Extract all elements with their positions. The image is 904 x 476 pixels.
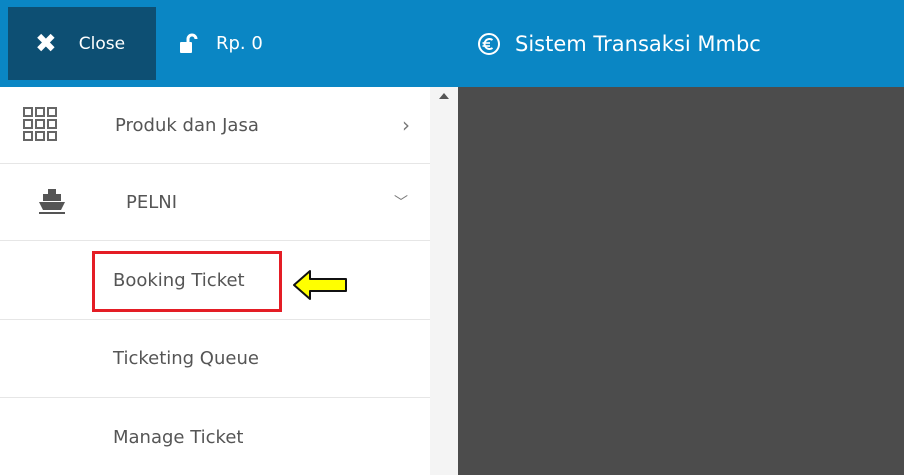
sidebar-item-label: Produk dan Jasa — [115, 114, 259, 136]
chevron-down-icon: ﹀ — [394, 195, 408, 211]
ship-icon — [39, 189, 65, 214]
submenu-label: Ticketing Queue — [113, 348, 259, 369]
close-button[interactable]: ✖ Close — [8, 7, 156, 80]
close-icon: ✖ — [35, 28, 57, 59]
balance-button[interactable]: Rp. 0 — [178, 7, 263, 80]
submenu-label: Manage Ticket — [113, 426, 244, 448]
sidebar-item-produk-dan-jasa[interactable]: Produk dan Jasa › — [0, 87, 430, 164]
sidebar-item-label: PELNI — [126, 191, 178, 213]
highlight-box — [92, 251, 282, 312]
sidebar-scrollbar[interactable] — [430, 87, 458, 475]
submenu-manage-ticket[interactable]: Manage Ticket — [0, 398, 430, 476]
grid-icon — [23, 107, 57, 141]
unlock-icon — [180, 33, 198, 53]
scroll-up-arrow-icon[interactable] — [439, 93, 449, 99]
chevron-right-icon: › — [402, 113, 410, 137]
euro-icon — [478, 32, 500, 55]
close-label: Close — [78, 33, 126, 54]
app-title: Sistem Transaksi Mmbc — [477, 7, 761, 80]
main-content-area — [458, 87, 904, 475]
app-title-text: Sistem Transaksi Mmbc — [515, 31, 761, 56]
sidebar-item-pelni[interactable]: PELNI ﹀ — [0, 164, 430, 241]
balance-label: Rp. 0 — [216, 33, 263, 54]
submenu-ticketing-queue[interactable]: Ticketing Queue — [0, 320, 430, 398]
pointer-arrow-icon — [293, 270, 347, 300]
top-bar: ✖ Close Rp. 0 Sistem Transaksi Mmbc — [0, 0, 904, 87]
